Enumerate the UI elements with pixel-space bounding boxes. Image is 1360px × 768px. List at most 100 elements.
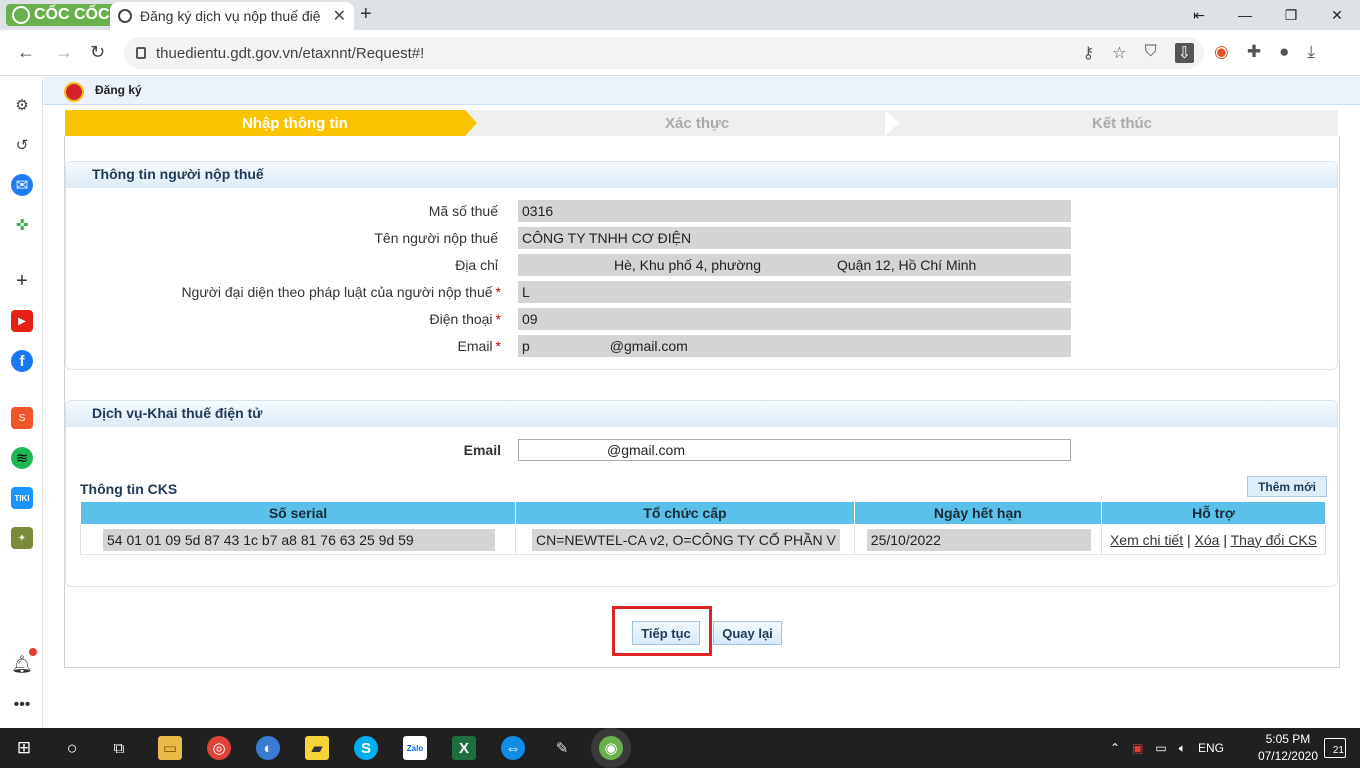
cell-expiry: 25/10/2022 [853,524,1102,555]
browser-brand-label: CỐC CỐC [34,6,110,23]
back-button[interactable]: Quay lại [713,621,782,645]
close-window-button[interactable]: ✕ [1314,0,1360,30]
windows-start-icon[interactable]: ⊞ [12,736,36,760]
shopee-icon[interactable]: S [11,407,33,429]
cks-table: Số serial Tổ chức cấp Ngày hết hạn Hỗ tr… [79,501,1327,555]
service-section-title: Dịch vụ-Khai thuế điện tử [66,401,1337,427]
address-bar-icons: ⚷ ☆ ⛉ ⇩ [1083,43,1194,63]
change-cks-link[interactable]: Thay đổi CKS [1231,532,1317,548]
youtube-icon[interactable]: ▶ [11,310,33,332]
service-email-input[interactable]: @gmail.com [518,439,1071,461]
delete-link[interactable]: Xóa [1195,532,1220,548]
bell-icon[interactable]: 🔔︎ [11,654,33,676]
puzzle-icon[interactable]: ✚ [1247,42,1261,62]
globe-icon [118,9,132,23]
profile-icon[interactable]: ● [1279,42,1289,62]
tab-search-icon[interactable]: ⇤ [1176,0,1222,30]
notification-center-icon[interactable]: 21 [1324,738,1346,758]
clock[interactable]: 5:05 PM 07/12/2020 [1258,731,1318,765]
coccoc-extension-icon[interactable]: ◉ [1214,42,1229,62]
view-detail-link[interactable]: Xem chi tiết [1110,532,1183,548]
settings-icon[interactable]: ⚙ [11,94,33,116]
file-explorer-icon[interactable]: ▭ [158,736,182,760]
field-value: 0316 [518,200,1071,222]
system-tray: ⌃ ▣ ▭ 🔈︎ ENG [1110,728,1224,768]
control-panel-icon[interactable]: ◐ [256,736,280,760]
tray-chevron-icon[interactable]: ⌃ [1110,741,1120,755]
history-icon[interactable]: ↺ [11,134,33,156]
game-thumbnail-icon[interactable]: ✦ [11,527,33,549]
browser-sidebar: ⚙ ↺ ✉ ✜ + ▶ f S ≋ TIKI ✦ 🔔︎ ••• [0,77,43,728]
field-label: Điện thoại * [429,311,502,327]
spotify-icon[interactable]: ≋ [11,447,33,469]
step-1-label: Nhập thông tin [242,115,348,132]
coccoc-taskbar-icon[interactable]: ◉ [599,736,623,760]
national-emblem-icon [64,82,84,102]
back-icon[interactable]: ← [17,42,35,63]
key-icon[interactable]: ⚷ [1083,43,1095,63]
window-controls: ⇤ — ❐ ✕ [1176,0,1360,30]
minimize-button[interactable]: — [1222,0,1268,30]
field-value: 09 [518,308,1071,330]
field-address: Địa chỉ Hè, Khu phố 4, phường Quận 12, Hồ… [66,254,1337,276]
field-label: Mã số thuế [428,203,498,219]
search-icon[interactable]: ○ [60,736,84,760]
language-indicator[interactable]: ENG [1198,741,1224,755]
taxpayer-section-title: Thông tin người nộp thuế [66,162,1337,188]
service-email-label: Email [463,442,501,458]
step-separator [885,110,899,136]
step-3-label: Kết thúc [1092,115,1152,132]
cell-serial: 54 01 01 09 5d 87 43 1c b7 a8 81 76 63 2… [79,524,517,555]
download-icon[interactable]: ⤓ [1307,42,1315,62]
coccoc-logo-icon [12,6,30,24]
taxpayer-panel: Thông tin người nộp thuế Mã số thuế 0316… [65,161,1338,370]
excel-icon[interactable]: X [452,736,476,760]
facebook-icon[interactable]: f [11,350,33,372]
clock-time: 5:05 PM [1265,732,1311,746]
col-issuer: Tổ chức cấp [515,501,855,525]
display-icon[interactable]: ▭ [1155,741,1166,755]
skype-icon[interactable]: S [354,736,378,760]
chrome-icon[interactable]: ◎ [207,736,231,760]
zalo-icon[interactable]: Zalo [403,736,427,760]
service-panel: Dịch vụ-Khai thuế điện tử Email @gmail.c… [65,400,1338,587]
cell-actions: Xem chi tiết | Xóa | Thay đổi CKS [1100,524,1327,555]
lock-icon [136,47,146,59]
close-tab-icon[interactable]: ✕ [333,6,346,26]
cks-title: Thông tin CKS [80,481,178,497]
task-view-icon[interactable]: ⧉ [107,736,131,760]
paint-icon[interactable]: ✎ [550,736,574,760]
add-icon[interactable]: + [11,270,33,292]
game-icon[interactable]: ✜ [11,214,33,236]
volume-muted-icon[interactable]: 🔈︎ [1179,741,1186,756]
more-icon[interactable]: ••• [11,694,33,716]
step-2-label: Xác thực [665,115,730,132]
network-icon[interactable]: ▣ [1132,741,1143,755]
new-tab-button[interactable]: + [360,3,372,26]
table-row: 54 01 01 09 5d 87 43 1c b7 a8 81 76 63 2… [79,524,1327,555]
messenger-icon[interactable]: ✉ [11,174,33,196]
maximize-button[interactable]: ❐ [1268,0,1314,30]
forward-icon[interactable]: → [55,42,73,63]
toolbar-extensions: ◉ ✚ ● ⤓ [1214,42,1315,62]
sticky-notes-icon[interactable]: ▰ [305,736,329,760]
shield-icon[interactable]: ⛉ [1145,43,1157,63]
col-support: Hỗ trợ [1100,501,1327,525]
field-label: Tên người nộp thuế [374,230,498,246]
coccoc-menu-button[interactable]: CỐC CỐC [6,4,116,26]
tiki-icon[interactable]: TIKI [11,487,33,509]
star-icon[interactable]: ☆ [1112,43,1126,63]
teamviewer-icon[interactable]: ⇔ [501,736,525,760]
download-page-icon[interactable]: ⇩ [1174,43,1194,63]
col-serial: Số serial [79,501,517,525]
field-label: Người đại diện theo pháp luật của người … [181,284,501,300]
screen: CỐC CỐC Đăng ký dịch vụ nộp thuế điệ ✕ +… [0,0,1360,768]
browser-tab[interactable]: Đăng ký dịch vụ nộp thuế điệ ✕ [110,2,354,30]
address-bar[interactable]: thuedientu.gdt.gov.vn/etaxnnt/Request#! … [124,37,1204,69]
field-taxpayer-name: Tên người nộp thuế CÔNG TY TNHH CƠ ĐIỆN [66,227,1337,249]
add-cks-button[interactable]: Thêm mới [1247,476,1327,497]
field-value: p @gmail.com [518,335,1071,357]
reload-icon[interactable]: ↻ [90,42,105,63]
field-value: CÔNG TY TNHH CƠ ĐIỆN [518,227,1071,249]
url-text: thuedientu.gdt.gov.vn/etaxnnt/Request#! [156,44,425,62]
